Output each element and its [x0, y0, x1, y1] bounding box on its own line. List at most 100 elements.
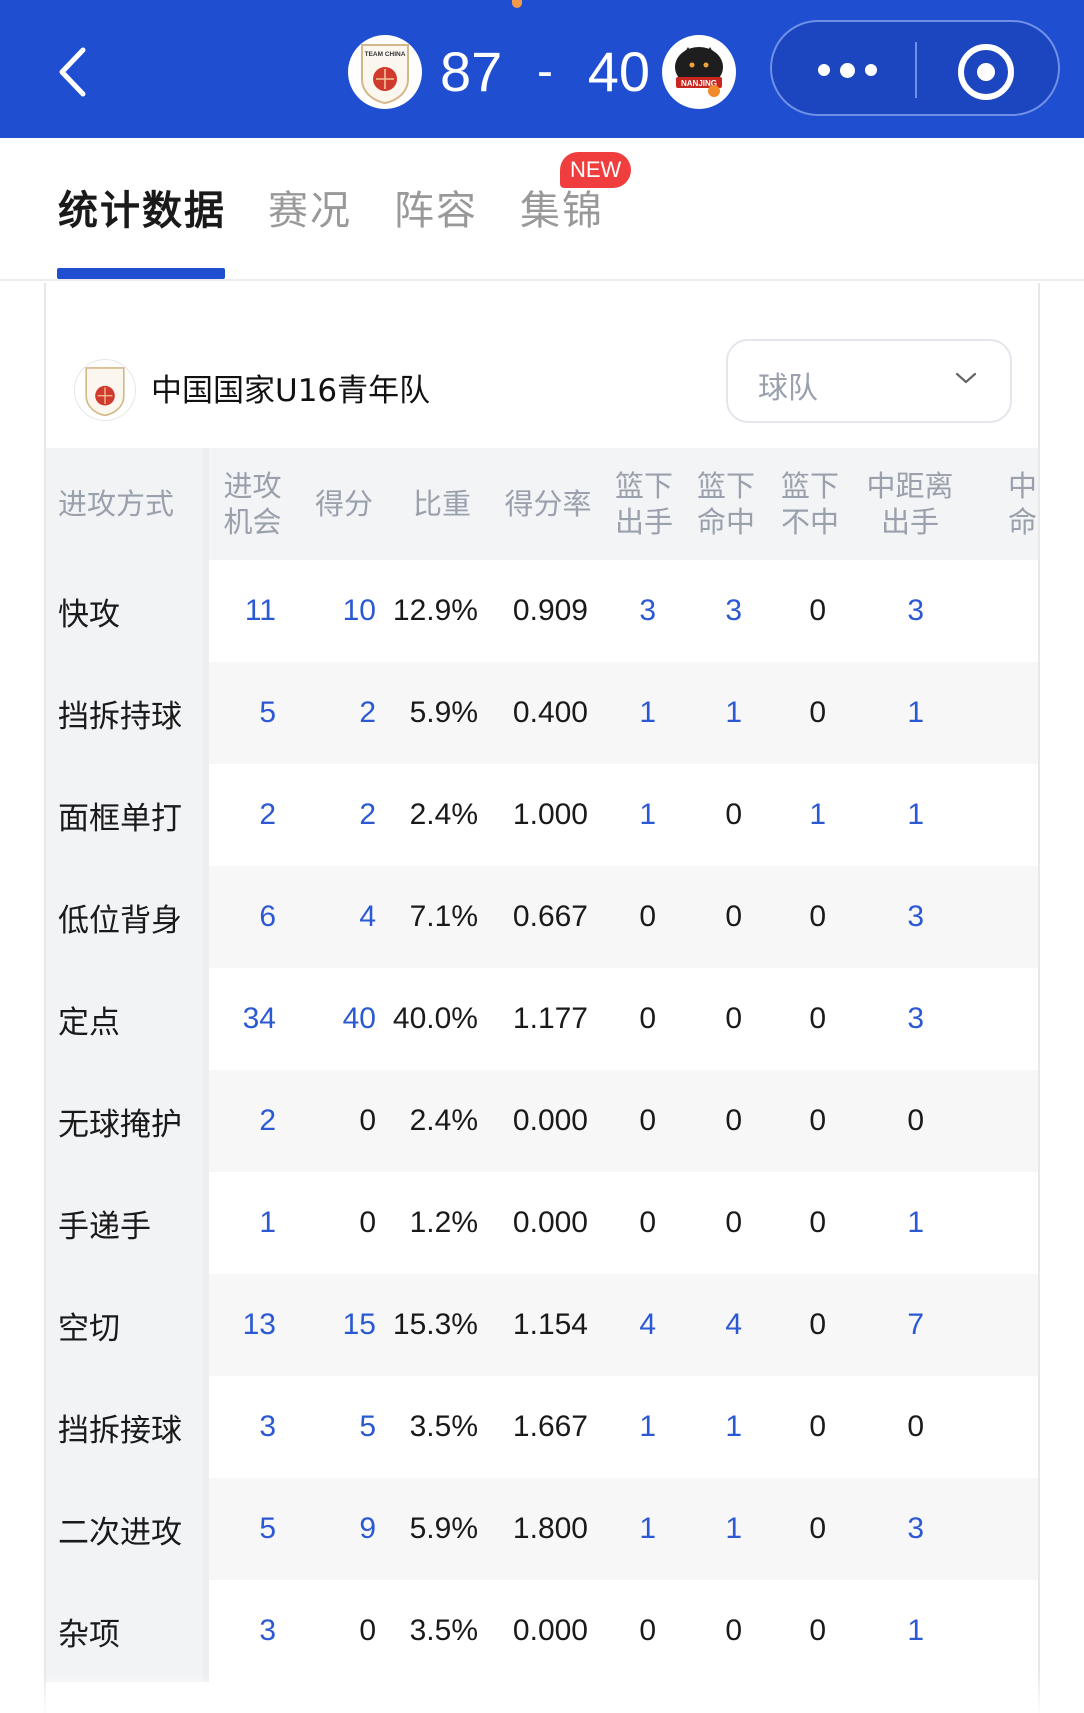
stat-cell-points[interactable]: 2 [296, 662, 392, 764]
stat-cell-rim-made: 0 [684, 866, 768, 968]
table-row[interactable]: 二次进攻 5 9 5.9% 1.800 1 1 0 3 [46, 1478, 1038, 1580]
tab-bar: 统计数据 赛况 阵容 集锦 NEW [0, 138, 1084, 281]
stat-cell-mid-made [968, 1172, 1038, 1274]
stat-cell-rim-att[interactable]: 3 [604, 560, 684, 662]
column-header: 得分 [296, 448, 392, 560]
stat-cell-ratio: 2.4% [409, 798, 478, 831]
stat-cell-chances[interactable]: 13 [206, 1274, 296, 1376]
column-header: 篮下 出手 [604, 448, 684, 560]
stat-cell-chances[interactable]: 34 [206, 968, 296, 1070]
stat-cell-mid-made [968, 968, 1038, 1070]
stat-cell-points[interactable]: 40 [296, 968, 392, 1070]
stat-cell-rim-att[interactable]: 1 [604, 1376, 684, 1478]
new-badge: NEW [560, 152, 632, 188]
stat-cell-rim-made: 0 [725, 1614, 742, 1647]
stat-cell-rim-made[interactable]: 1 [684, 1478, 768, 1580]
capsule-divider [915, 42, 917, 98]
away-score: 40 [587, 39, 650, 103]
stat-cell-chances[interactable]: 3 [206, 1376, 296, 1478]
status-dot [512, 0, 522, 8]
column-header: 得分率 [492, 448, 604, 560]
stat-cell-points[interactable]: 10 [296, 560, 392, 662]
top-bar: TEAM CHINA 87 - 40 NANJING [0, 0, 1084, 138]
target-icon [977, 63, 995, 81]
stat-cell-rim-miss: 0 [809, 1206, 826, 1239]
stat-cell-points[interactable]: 2 [296, 764, 392, 866]
stat-cell-mid-att[interactable]: 1 [852, 764, 968, 866]
table-row[interactable]: 快攻 11 10 12.9% 0.909 3 3 0 3 [46, 560, 1038, 662]
stat-cell-rim-att: 0 [639, 1002, 656, 1035]
stat-cell-rim-att: 0 [639, 1206, 656, 1239]
column-header: 篮下 不中 [768, 448, 852, 560]
stat-cell-mid-att[interactable]: 3 [852, 866, 968, 968]
stat-cell-mid-att[interactable]: 1 [852, 662, 968, 764]
stat-cell-rim-att[interactable]: 4 [604, 1274, 684, 1376]
stat-cell-points[interactable]: 5 [296, 1376, 392, 1478]
stat-cell-rim-made[interactable]: 1 [684, 1376, 768, 1478]
stat-cell-rim-made[interactable]: 1 [684, 662, 768, 764]
close-button[interactable] [958, 44, 1014, 100]
table-row[interactable]: 定点 34 40 40.0% 1.177 0 0 0 3 [46, 968, 1038, 1070]
stat-cell-mid-att[interactable]: 1 [852, 1580, 968, 1682]
stat-cell-rim-made[interactable]: 4 [684, 1274, 768, 1376]
stat-cell-rim-miss: 0 [768, 1478, 852, 1580]
stat-cell-mid-att: 0 [907, 1410, 924, 1443]
stat-cell-mid-att[interactable]: 1 [852, 1172, 968, 1274]
offense-type-cell: 面框单打 [46, 764, 209, 866]
table-row[interactable]: 挡拆持球 5 2 5.9% 0.400 1 1 0 1 [46, 662, 1038, 764]
stat-cell-rim-miss: 0 [809, 1002, 826, 1035]
stat-cell-rim-made: 0 [725, 1002, 742, 1035]
stat-cell-ratio: 1.2% [409, 1206, 478, 1239]
stat-cell-rim-att[interactable]: 1 [604, 662, 684, 764]
stat-cell-chances[interactable]: 5 [206, 662, 296, 764]
tab-lineup[interactable]: 阵容 [394, 178, 478, 238]
stat-cell-rate: 0.400 [492, 662, 604, 764]
tab-game-status[interactable]: 赛况 [268, 178, 352, 238]
stat-cell-rim-made[interactable]: 3 [684, 560, 768, 662]
back-button[interactable] [44, 40, 100, 104]
offense-type-cell: 手递手 [46, 1172, 209, 1274]
stat-cell-rim-att: 0 [639, 1614, 656, 1647]
stat-cell-points[interactable]: 4 [296, 866, 392, 968]
table-row[interactable]: 空切 13 15 15.3% 1.154 4 4 0 7 [46, 1274, 1038, 1376]
stat-cell-points[interactable]: 9 [296, 1478, 392, 1580]
stat-cell-points[interactable]: 15 [296, 1274, 392, 1376]
offense-type-cell: 挡拆持球 [46, 662, 209, 764]
table-row[interactable]: 无球掩护 2 0 2.4% 0.000 0 0 0 0 [46, 1070, 1038, 1172]
offense-stats-table: 进攻方式进攻机会得分比重得分率篮下出手篮下命中篮下不中中距离出手中距命中 快攻1… [46, 448, 1038, 1682]
stat-cell-chances[interactable]: 6 [206, 866, 296, 968]
score-separator: - [537, 44, 553, 98]
stat-cell-rim-att[interactable]: 1 [604, 1478, 684, 1580]
stat-cell-chances[interactable]: 2 [206, 1070, 296, 1172]
table-row[interactable]: 手递手 1 0 1.2% 0.000 0 0 0 1 [46, 1172, 1038, 1274]
offense-type-cell: 定点 [46, 968, 209, 1070]
tab-stats[interactable]: 统计数据 [58, 178, 226, 238]
stat-cell-chances[interactable]: 3 [206, 1580, 296, 1682]
stat-cell-rim-miss[interactable]: 1 [768, 764, 852, 866]
stat-cell-mid-att[interactable]: 3 [852, 1478, 968, 1580]
stat-cell-mid-made [968, 560, 1038, 662]
stat-cell-chances[interactable]: 11 [206, 560, 296, 662]
team-header: 中国国家U16青年队 球队 [46, 283, 1038, 448]
stat-cell-ratio: 3.5% [409, 1410, 478, 1443]
stat-cell-rim-made: 0 [725, 1206, 742, 1239]
stat-cell-chances[interactable]: 1 [206, 1172, 296, 1274]
stat-cell-rim-att: 0 [604, 1070, 684, 1172]
stat-cell-mid-att[interactable]: 7 [852, 1274, 968, 1376]
team-select[interactable]: 球队 [726, 339, 1012, 423]
stat-cell-chances[interactable]: 2 [206, 764, 296, 866]
more-button[interactable] [792, 36, 902, 104]
table-row[interactable]: 杂项 3 0 3.5% 0.000 0 0 0 1 [46, 1580, 1038, 1682]
stat-cell-rim-att[interactable]: 1 [604, 764, 684, 866]
table-row[interactable]: 挡拆接球 3 5 3.5% 1.667 1 1 0 0 [46, 1376, 1038, 1478]
active-tab-indicator [57, 268, 225, 279]
table-row[interactable]: 面框单打 2 2 2.4% 1.000 1 0 1 1 [46, 764, 1038, 866]
stat-cell-mid-att[interactable]: 3 [852, 560, 968, 662]
offense-type-cell: 杂项 [46, 1580, 209, 1682]
stat-cell-rate: 1.800 [492, 1478, 604, 1580]
stat-cell-mid-att[interactable]: 3 [852, 968, 968, 1070]
table-row[interactable]: 低位背身 6 4 7.1% 0.667 0 0 0 3 [46, 866, 1038, 968]
more-icon-dot [864, 64, 877, 76]
stat-cell-points: 0 [359, 1206, 376, 1239]
stat-cell-chances[interactable]: 5 [206, 1478, 296, 1580]
